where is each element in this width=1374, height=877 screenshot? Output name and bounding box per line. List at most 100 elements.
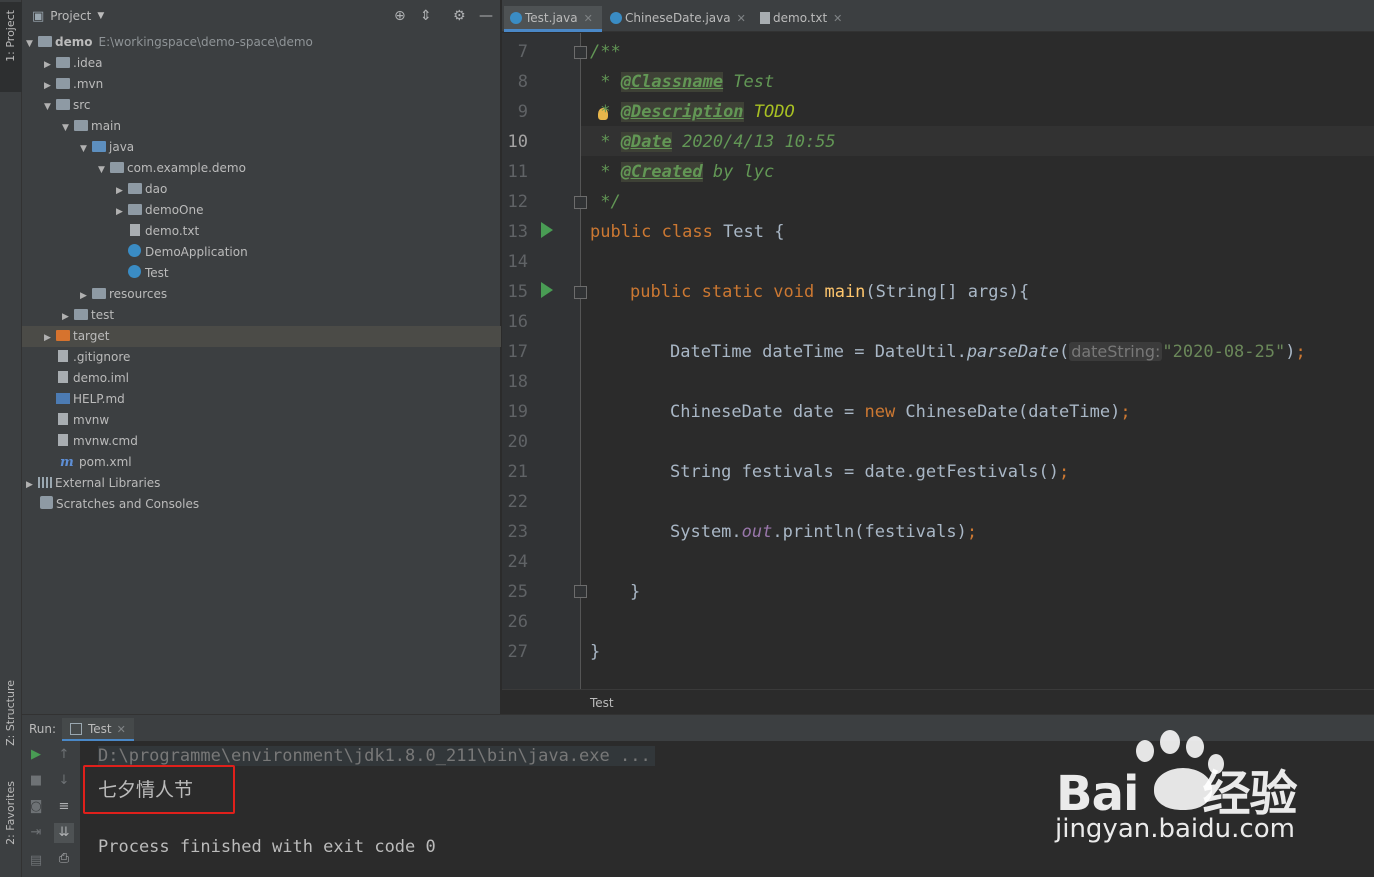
tree-node-help-md[interactable]: HELP.md bbox=[22, 389, 501, 410]
breadcrumb-item[interactable]: Test bbox=[590, 696, 614, 710]
code-token: .println(festivals) bbox=[772, 522, 967, 542]
tree-node-resources[interactable]: ▶ resources bbox=[22, 284, 501, 305]
chevron-right-icon[interactable]: ▶ bbox=[80, 286, 90, 307]
code-token: new bbox=[864, 402, 896, 422]
collapse-all-icon[interactable]: ⇕ bbox=[420, 8, 432, 24]
tab-test-java[interactable]: Test.java ✕ bbox=[504, 6, 602, 32]
tree-node-label: demo bbox=[55, 35, 93, 49]
code-line-27: } bbox=[590, 637, 600, 667]
line-number: 21 bbox=[507, 462, 528, 482]
tree-node-target[interactable]: ▶ target bbox=[22, 326, 501, 347]
restore-layout-icon[interactable]: ⇥ bbox=[26, 823, 46, 843]
tree-node-src[interactable]: ▼ src bbox=[22, 95, 501, 116]
tree-node-mvnw[interactable]: mvnw bbox=[22, 410, 501, 431]
tab-demo-txt[interactable]: demo.txt ✕ bbox=[754, 6, 854, 32]
line-number: 27 bbox=[507, 642, 528, 662]
layout-icon[interactable]: ▤ bbox=[26, 851, 46, 871]
tree-node-pom-xml[interactable]: m pom.xml bbox=[22, 452, 501, 473]
chevron-down-icon[interactable]: ▼ bbox=[26, 34, 36, 55]
fold-icon[interactable] bbox=[574, 585, 587, 598]
favorites-tool-tab-label: 2: Favorites bbox=[4, 781, 17, 845]
chevron-down-icon[interactable]: ▼ bbox=[97, 11, 104, 21]
tree-node-scratches[interactable]: Scratches and Consoles bbox=[22, 494, 501, 515]
chevron-right-icon[interactable]: ▶ bbox=[26, 475, 36, 496]
code-token: 2020/4/13 10:55 bbox=[671, 132, 836, 152]
project-tool-tab-label: 1: Project bbox=[4, 10, 17, 62]
close-icon[interactable]: ✕ bbox=[737, 12, 746, 25]
text-file-icon bbox=[760, 12, 770, 24]
tree-node-dao[interactable]: ▶ dao bbox=[22, 179, 501, 200]
rerun-icon[interactable]: ▶ bbox=[26, 745, 46, 765]
tree-node-test-class[interactable]: Test bbox=[22, 263, 501, 284]
package-icon bbox=[110, 162, 124, 173]
class-icon bbox=[128, 265, 141, 278]
chevron-right-icon[interactable]: ▶ bbox=[62, 307, 72, 328]
tree-node-gitignore[interactable]: .gitignore bbox=[22, 347, 501, 368]
tree-node-demo-txt[interactable]: demo.txt bbox=[22, 221, 501, 242]
chevron-right-icon[interactable]: ▶ bbox=[44, 328, 54, 349]
tree-node-demoone[interactable]: ▶ demoOne bbox=[22, 200, 501, 221]
chevron-down-icon[interactable]: ▼ bbox=[98, 160, 108, 181]
tree-node-mvnw-cmd[interactable]: mvnw.cmd bbox=[22, 431, 501, 452]
close-icon[interactable]: ✕ bbox=[584, 12, 593, 25]
soft-wrap-icon[interactable]: ≡ bbox=[54, 797, 74, 817]
chevron-right-icon[interactable]: ▶ bbox=[44, 76, 54, 97]
chevron-down-icon[interactable]: ▼ bbox=[80, 139, 90, 160]
scroll-to-end-icon[interactable]: ⇊ bbox=[54, 823, 74, 843]
tree-node-demo[interactable]: ▼ demo E:\workingspace\demo-space\demo bbox=[22, 32, 501, 53]
code-token: ; bbox=[1295, 342, 1306, 362]
code-line-11: * @Created by lyc bbox=[590, 157, 774, 187]
project-view-selector[interactable]: Project bbox=[50, 9, 91, 23]
code-token: */ bbox=[590, 192, 621, 212]
locate-icon[interactable]: ⊕ bbox=[394, 8, 406, 24]
tree-node-idea[interactable]: ▶ .idea bbox=[22, 53, 501, 74]
run-tab-label: Test bbox=[88, 722, 112, 736]
code-line-25: } bbox=[630, 577, 640, 607]
chevron-right-icon[interactable]: ▶ bbox=[116, 202, 126, 223]
paw-pad bbox=[1154, 768, 1212, 810]
tree-node-path: E:\workingspace\demo-space\demo bbox=[98, 35, 313, 49]
tab-chinesedate-java[interactable]: ChineseDate.java ✕ bbox=[604, 6, 750, 32]
folder-icon bbox=[74, 309, 88, 320]
chevron-right-icon[interactable]: ▶ bbox=[116, 181, 126, 202]
close-icon[interactable]: ✕ bbox=[117, 723, 126, 736]
tree-node-java[interactable]: ▼ java bbox=[22, 137, 501, 158]
arrow-up-icon[interactable]: ↑ bbox=[54, 745, 74, 765]
structure-tool-tab-label: Z: Structure bbox=[4, 680, 17, 746]
package-icon bbox=[128, 183, 142, 194]
stop-icon[interactable]: ■ bbox=[26, 771, 46, 791]
chevron-down-icon[interactable]: ▼ bbox=[44, 97, 54, 118]
tree-node-label: src bbox=[73, 98, 91, 112]
tree-node-demo-iml[interactable]: demo.iml bbox=[22, 368, 501, 389]
tree-node-external-libraries[interactable]: ▶ External Libraries bbox=[22, 473, 501, 494]
favorites-tool-tab[interactable]: 2: Favorites bbox=[0, 775, 22, 865]
camera-icon[interactable]: ◙ bbox=[26, 797, 46, 817]
code-token: ) bbox=[1285, 342, 1296, 362]
structure-tool-tab[interactable]: Z: Structure bbox=[0, 672, 22, 762]
tree-node-test[interactable]: ▶ test bbox=[22, 305, 501, 326]
tree-node-com-example-demo[interactable]: ▼ com.example.demo bbox=[22, 158, 501, 179]
close-icon[interactable]: ✕ bbox=[833, 12, 842, 25]
code-token: (String[] args){ bbox=[865, 282, 1030, 302]
project-tool-tab[interactable]: 1: Project bbox=[0, 2, 22, 92]
hide-icon[interactable]: — bbox=[479, 8, 493, 24]
arrow-down-icon[interactable]: ↓ bbox=[54, 771, 74, 791]
excluded-folder-icon bbox=[56, 330, 70, 341]
tree-node-label: .idea bbox=[73, 56, 103, 70]
tree-node-main[interactable]: ▼ main bbox=[22, 116, 501, 137]
print-icon[interactable]: ⎙ bbox=[54, 849, 74, 869]
fold-icon[interactable] bbox=[574, 286, 587, 299]
chevron-right-icon[interactable]: ▶ bbox=[44, 55, 54, 76]
tree-node-label: External Libraries bbox=[55, 476, 161, 490]
fold-icon[interactable] bbox=[574, 196, 587, 209]
tree-node-mvn[interactable]: ▶ .mvn bbox=[22, 74, 501, 95]
tree-node-label: HELP.md bbox=[73, 392, 125, 406]
run-main-icon[interactable] bbox=[541, 282, 553, 298]
fold-icon[interactable] bbox=[574, 46, 587, 59]
chevron-down-icon[interactable]: ▼ bbox=[62, 118, 72, 139]
run-tab-test[interactable]: Test ✕ bbox=[62, 718, 134, 742]
gear-icon[interactable]: ⚙ bbox=[453, 8, 466, 24]
tree-node-demoapplication[interactable]: DemoApplication bbox=[22, 242, 501, 263]
code-token: @Description bbox=[620, 102, 744, 122]
run-class-icon[interactable] bbox=[541, 222, 553, 238]
